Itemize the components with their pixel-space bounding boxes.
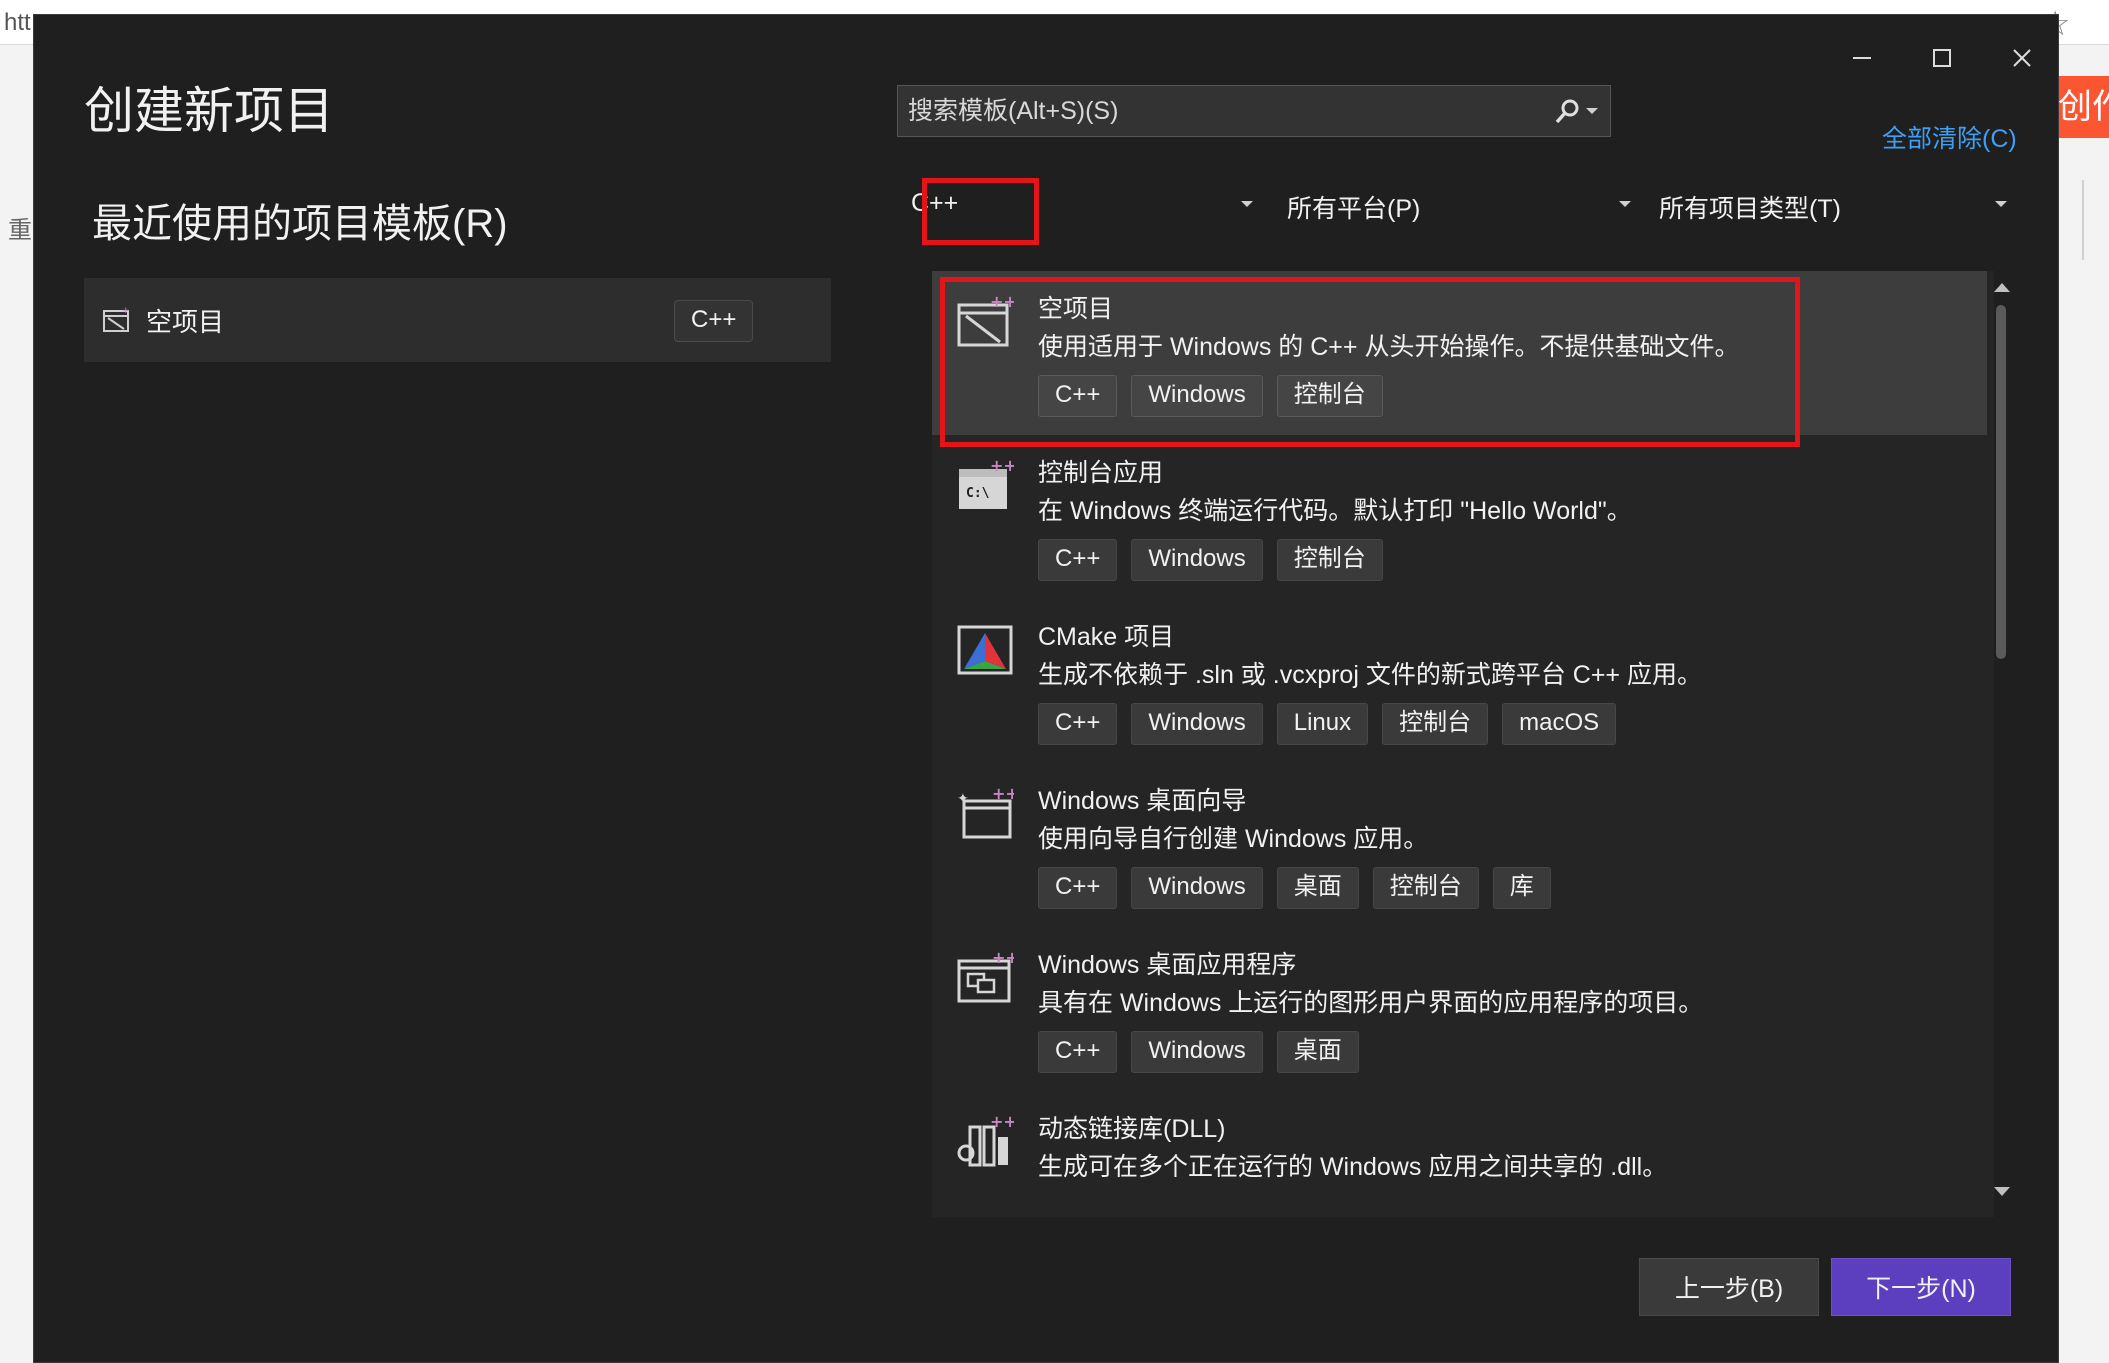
svg-text:++: ++ (990, 293, 1014, 311)
chevron-down-icon (1619, 201, 1631, 207)
create-button-label: 创作 (2058, 88, 2109, 126)
search-input[interactable] (898, 86, 1558, 136)
template-tag: 控制台 (1372, 867, 1479, 909)
chevron-down-icon (1995, 201, 2007, 207)
page-text-fragment: 重 (8, 217, 32, 244)
project-type-filter[interactable]: 所有项目类型(T) (1645, 175, 2015, 235)
svg-text:++: ++ (992, 785, 1014, 803)
template-description: 使用适用于 Windows 的 C++ 从头开始操作。不提供基础文件。 (1038, 333, 1740, 361)
console-app-icon: C:\ ++ (959, 457, 1014, 509)
svg-text:++: ++ (990, 1113, 1014, 1131)
template-tag: Windows (1131, 539, 1263, 581)
close-button[interactable] (1994, 33, 2050, 83)
scroll-up-icon[interactable] (1994, 283, 2010, 292)
template-tag: 控制台 (1276, 539, 1383, 581)
template-item[interactable]: CMake 项目 生成不依赖于 .sln 或 .vcxproj 文件的新式跨平台… (932, 599, 1987, 763)
template-tags: C++ Windows 桌面 控制台 库 (1038, 867, 1551, 909)
language-filter[interactable]: C++ (897, 175, 1267, 235)
search-box[interactable] (897, 85, 1611, 137)
template-tags: C++ Windows 控制台 (1038, 375, 1383, 417)
template-tag: Windows (1131, 1031, 1263, 1073)
template-tag: 控制台 (1276, 375, 1383, 417)
template-list: ++ 空项目 使用适用于 Windows 的 C++ 从头开始操作。不提供基础文… (932, 271, 1994, 1217)
svg-text:✦: ✦ (957, 791, 969, 807)
create-project-dialog: 创建新项目 最近使用的项目模板(R) + 空项目 C++ 全部清除(C) C++… (33, 14, 2059, 1363)
template-tag: C++ (1038, 867, 1118, 909)
template-description: 在 Windows 终端运行代码。默认打印 "Hello World"。 (1038, 497, 1632, 525)
next-button[interactable]: 下一步(N) (1831, 1258, 2011, 1316)
template-tags: C++ Windows Linux 控制台 macOS (1038, 703, 1617, 745)
dll-icon: ++ (957, 1113, 1014, 1167)
template-item[interactable]: ++ Windows 桌面应用程序 具有在 Windows 上运行的图形用户界面… (932, 927, 1987, 1091)
template-item[interactable]: C:\ ++ 控制台应用 在 Windows 终端运行代码。默认打印 "Hell… (932, 435, 1987, 599)
template-tag: macOS (1502, 703, 1617, 745)
language-filter-label: C++ (911, 189, 959, 217)
chevron-down-icon[interactable] (1586, 108, 1598, 114)
maximize-icon (1933, 49, 1951, 67)
template-tag: Windows (1131, 867, 1263, 909)
template-tags: C++ Windows 控制台 (1038, 539, 1383, 581)
template-list-scrollbar[interactable] (1990, 279, 2012, 1201)
svg-text:+: + (122, 306, 130, 316)
svg-text:C:\: C:\ (966, 486, 990, 501)
search-icon[interactable] (1553, 98, 1581, 126)
template-title: CMake 项目 (1038, 623, 1175, 651)
template-title: 空项目 (1038, 295, 1114, 323)
template-tag: 桌面 (1276, 1031, 1359, 1073)
chevron-down-icon (1241, 201, 1253, 207)
minimize-button[interactable] (1834, 33, 1890, 83)
template-tag: Linux (1276, 703, 1369, 745)
template-title: Windows 桌面向导 (1038, 787, 1247, 815)
svg-text:++: ++ (990, 457, 1014, 475)
empty-project-icon: ++ (957, 293, 1014, 347)
template-tag: C++ (1038, 703, 1118, 745)
template-tag: Windows (1131, 703, 1263, 745)
template-tag: 控制台 (1382, 703, 1489, 745)
template-item[interactable]: ✦ ++ Windows 桌面向导 使用向导自行创建 Windows 应用。 C… (932, 763, 1987, 927)
template-title: 动态链接库(DLL) (1038, 1115, 1226, 1143)
back-button-label: 上一步(B) (1674, 1275, 1784, 1303)
platform-filter[interactable]: 所有平台(P) (1273, 175, 1643, 235)
divider (2082, 180, 2084, 260)
template-tag: C++ (1038, 375, 1118, 417)
template-tag: 桌面 (1276, 867, 1359, 909)
project-type-filter-label: 所有项目类型(T) (1659, 195, 1841, 223)
next-button-label: 下一步(N) (1866, 1275, 1976, 1303)
recent-item-label: 空项目 (146, 307, 225, 337)
template-title: 控制台应用 (1038, 459, 1164, 487)
address-text: htt (4, 9, 31, 36)
svg-text:++: ++ (992, 949, 1014, 967)
scroll-down-icon[interactable] (1994, 1187, 2010, 1196)
template-tag: 库 (1492, 867, 1551, 909)
scroll-thumb[interactable] (1996, 305, 2006, 659)
template-description: 生成可在多个正在运行的 Windows 应用之间共享的 .dll。 (1038, 1153, 1668, 1181)
minimize-icon (1853, 57, 1871, 59)
clear-all-link[interactable]: 全部清除(C) (1882, 119, 2017, 155)
template-tag: C++ (1038, 1031, 1118, 1073)
dialog-title: 创建新项目 (84, 83, 334, 139)
template-tag: Windows (1131, 375, 1263, 417)
template-description: 生成不依赖于 .sln 或 .vcxproj 文件的新式跨平台 C++ 应用。 (1038, 661, 1702, 689)
recent-templates-heading: 最近使用的项目模板(R) (92, 202, 508, 246)
cmake-icon (957, 625, 1013, 675)
maximize-button[interactable] (1914, 33, 1970, 83)
template-title: Windows 桌面应用程序 (1038, 951, 1297, 979)
platform-filter-label: 所有平台(P) (1287, 195, 1421, 223)
recent-template-item[interactable]: + 空项目 C++ (84, 278, 831, 362)
template-description: 具有在 Windows 上运行的图形用户界面的应用程序的项目。 (1038, 989, 1704, 1017)
close-icon (2013, 49, 2031, 67)
back-button[interactable]: 上一步(B) (1639, 1258, 1819, 1316)
desktop-app-icon: ++ (957, 949, 1014, 1003)
template-description: 使用向导自行创建 Windows 应用。 (1038, 825, 1429, 853)
template-item[interactable]: ++ 动态链接库(DLL) 生成可在多个正在运行的 Windows 应用之间共享… (932, 1091, 1987, 1217)
template-tag: C++ (1038, 539, 1118, 581)
template-tags: C++ Windows 桌面 (1038, 1031, 1359, 1073)
recent-item-tag: C++ (674, 300, 754, 342)
empty-project-icon: + (103, 306, 130, 332)
template-item[interactable]: ++ 空项目 使用适用于 Windows 的 C++ 从头开始操作。不提供基础文… (932, 271, 1987, 435)
desktop-wizard-icon: ✦ ++ (957, 785, 1014, 839)
